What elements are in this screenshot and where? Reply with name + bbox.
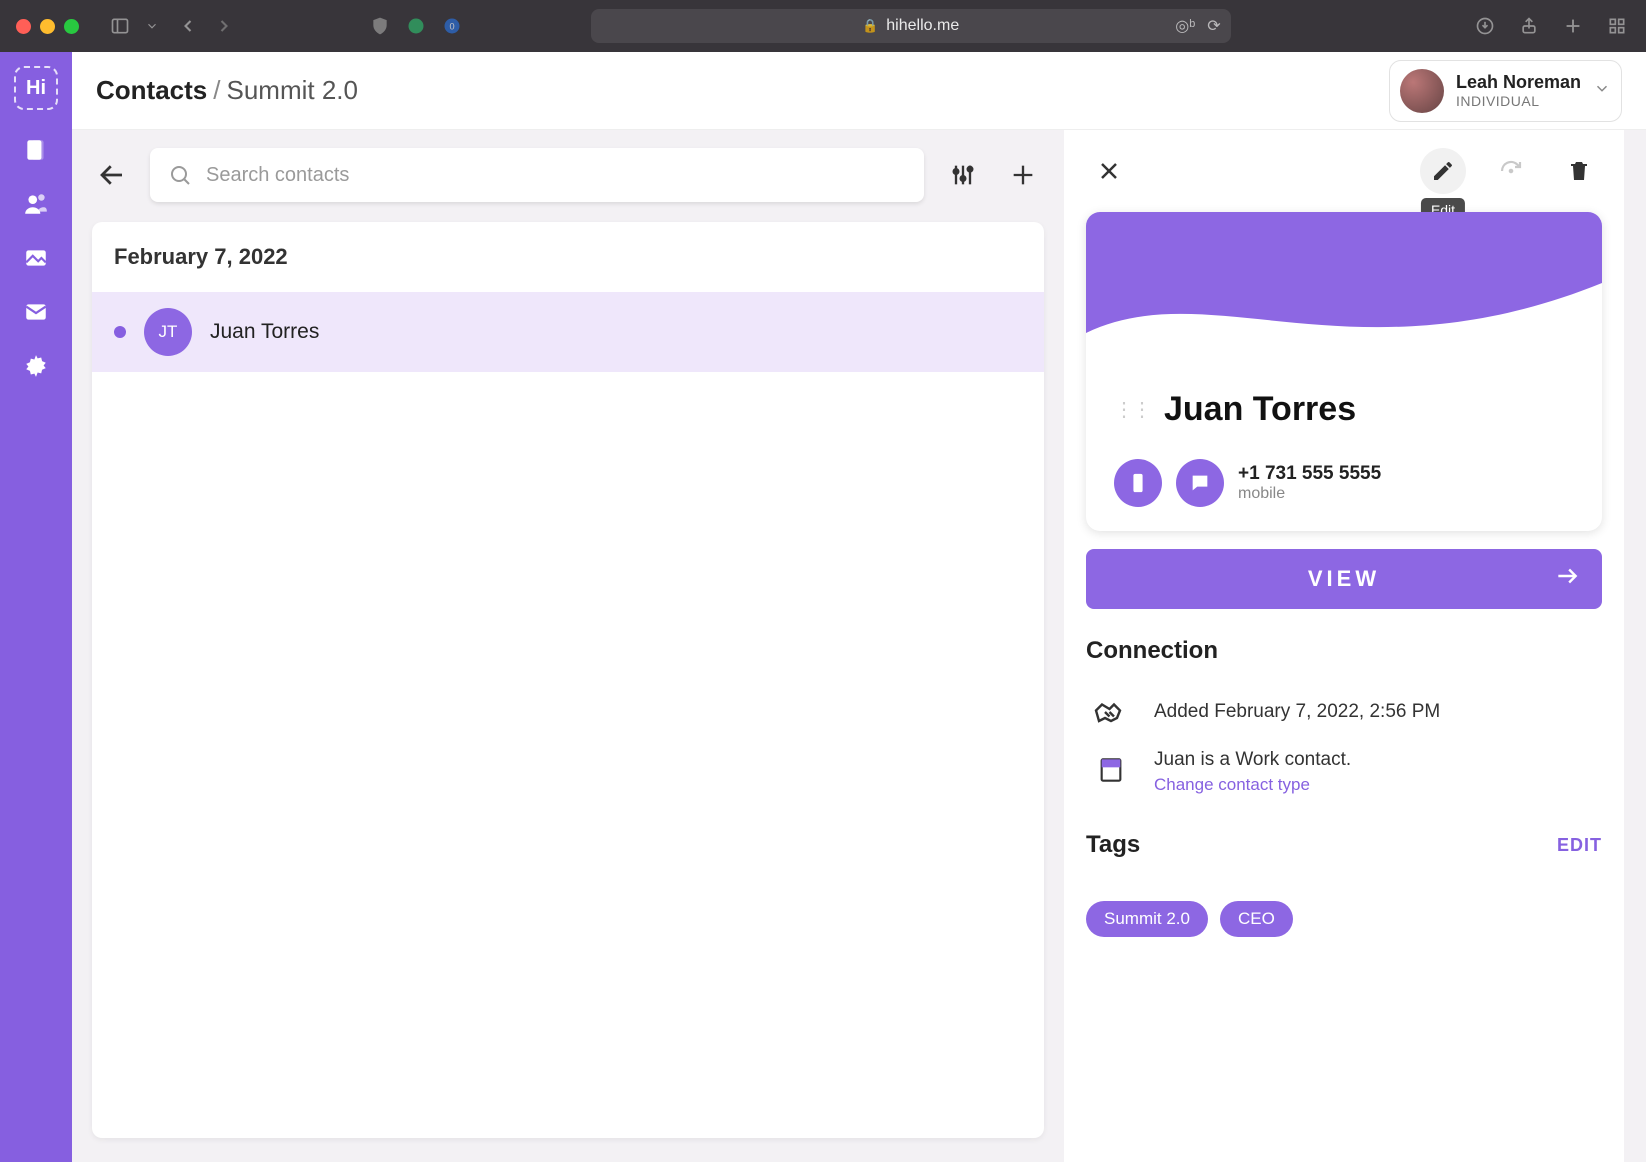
window-traffic-lights xyxy=(16,19,79,34)
contacts-list: February 7, 2022 JT Juan Torres xyxy=(92,222,1044,1138)
connection-added-row: Added February 7, 2022, 2:56 PM xyxy=(1086,683,1602,741)
phone-row: +1 731 555 5555 mobile xyxy=(1114,459,1574,507)
cards-icon[interactable] xyxy=(22,136,50,164)
svg-text:0: 0 xyxy=(449,21,454,31)
card-type-icon xyxy=(1090,749,1132,791)
delete-contact-button[interactable] xyxy=(1556,148,1602,194)
connection-added-text: Added February 7, 2022, 2:56 PM xyxy=(1154,701,1440,723)
refresh-button[interactable] xyxy=(1488,148,1534,194)
settings-icon[interactable] xyxy=(22,352,50,380)
new-indicator-dot xyxy=(114,326,126,338)
breadcrumb-root[interactable]: Contacts xyxy=(96,75,207,106)
user-menu[interactable]: Leah Noreman INDIVIDUAL xyxy=(1389,60,1622,122)
reader-icon[interactable]: ◎⁠ᵇ xyxy=(1175,16,1195,36)
contacts-icon[interactable] xyxy=(22,190,50,218)
tag-pill[interactable]: CEO xyxy=(1220,901,1293,937)
breadcrumb-current: Summit 2.0 xyxy=(226,75,358,106)
refresh-icon[interactable]: ⟳ xyxy=(1207,16,1220,36)
connection-type-row: Juan is a Work contact. Change contact t… xyxy=(1086,741,1602,803)
close-detail-button[interactable] xyxy=(1086,148,1132,194)
view-button[interactable]: VIEW xyxy=(1086,549,1602,609)
address-bar[interactable]: 🔒 hihello.me ◎⁠ᵇ ⟳ xyxy=(591,9,1231,43)
user-name: Leah Noreman xyxy=(1456,72,1581,93)
connection-heading: Connection xyxy=(1086,637,1602,665)
drag-handle-icon[interactable]: ⋮⋮ xyxy=(1114,397,1150,422)
search-box[interactable] xyxy=(150,148,924,202)
view-button-label: VIEW xyxy=(1308,566,1380,592)
nav-back-icon[interactable] xyxy=(175,13,201,39)
backgrounds-icon[interactable] xyxy=(22,244,50,272)
sidebar-toggle-icon[interactable] xyxy=(107,13,133,39)
contact-card: ⋮⋮ Juan Torres +1 731 555 5555 xyxy=(1086,212,1602,531)
contact-avatar: JT xyxy=(144,308,192,356)
date-group-header: February 7, 2022 xyxy=(92,222,1044,292)
extension-green-icon[interactable] xyxy=(403,13,429,39)
edit-tags-button[interactable]: EDIT xyxy=(1557,835,1602,856)
email-icon[interactable] xyxy=(22,298,50,326)
tag-pill[interactable]: Summit 2.0 xyxy=(1086,901,1208,937)
search-icon xyxy=(168,163,192,187)
share-icon[interactable] xyxy=(1516,13,1542,39)
contact-detail-name: Juan Torres xyxy=(1164,390,1356,429)
browser-chrome: 0 🔒 hihello.me ◎⁠ᵇ ⟳ xyxy=(0,0,1646,52)
app-logo[interactable]: Hi xyxy=(14,66,58,110)
chevron-down-icon[interactable] xyxy=(139,13,165,39)
call-button[interactable] xyxy=(1114,459,1162,507)
arrow-right-icon xyxy=(1554,563,1580,595)
back-button[interactable] xyxy=(92,155,132,195)
topbar: Contacts / Summit 2.0 Leah Noreman INDIV… xyxy=(72,52,1646,130)
change-contact-type-link[interactable]: Change contact type xyxy=(1154,775,1351,795)
window-minimize-button[interactable] xyxy=(40,19,55,34)
connection-type-text: Juan is a Work contact. xyxy=(1154,749,1351,771)
add-contact-button[interactable] xyxy=(1002,154,1044,196)
tabs-overview-icon[interactable] xyxy=(1604,13,1630,39)
chevron-down-icon xyxy=(1593,79,1611,102)
contact-row[interactable]: JT Juan Torres xyxy=(92,292,1044,372)
filter-button[interactable] xyxy=(942,154,984,196)
downloads-icon[interactable] xyxy=(1472,13,1498,39)
edit-contact-button[interactable]: Edit xyxy=(1420,148,1466,194)
new-tab-icon[interactable] xyxy=(1560,13,1586,39)
phone-number[interactable]: +1 731 555 5555 xyxy=(1238,463,1381,485)
app-rail: Hi xyxy=(0,52,72,1162)
user-type: INDIVIDUAL xyxy=(1456,93,1581,109)
window-close-button[interactable] xyxy=(16,19,31,34)
phone-type: mobile xyxy=(1238,485,1381,503)
nav-forward-icon[interactable] xyxy=(211,13,237,39)
window-zoom-button[interactable] xyxy=(64,19,79,34)
handshake-icon xyxy=(1090,691,1132,733)
message-button[interactable] xyxy=(1176,459,1224,507)
extension-blue-icon[interactable]: 0 xyxy=(439,13,465,39)
contact-detail-panel: Edit xyxy=(1064,130,1624,1162)
lock-icon: 🔒 xyxy=(862,18,878,34)
address-url: hihello.me xyxy=(886,17,959,35)
card-hero xyxy=(1086,212,1602,362)
shield-icon[interactable] xyxy=(367,13,393,39)
tags-list: Summit 2.0 CEO xyxy=(1086,901,1602,937)
contacts-list-panel: February 7, 2022 JT Juan Torres xyxy=(72,130,1064,1162)
tags-heading: Tags xyxy=(1086,831,1140,859)
search-input[interactable] xyxy=(206,164,906,187)
breadcrumb-separator: / xyxy=(213,75,220,106)
user-avatar xyxy=(1400,69,1444,113)
contact-name: Juan Torres xyxy=(210,320,319,344)
